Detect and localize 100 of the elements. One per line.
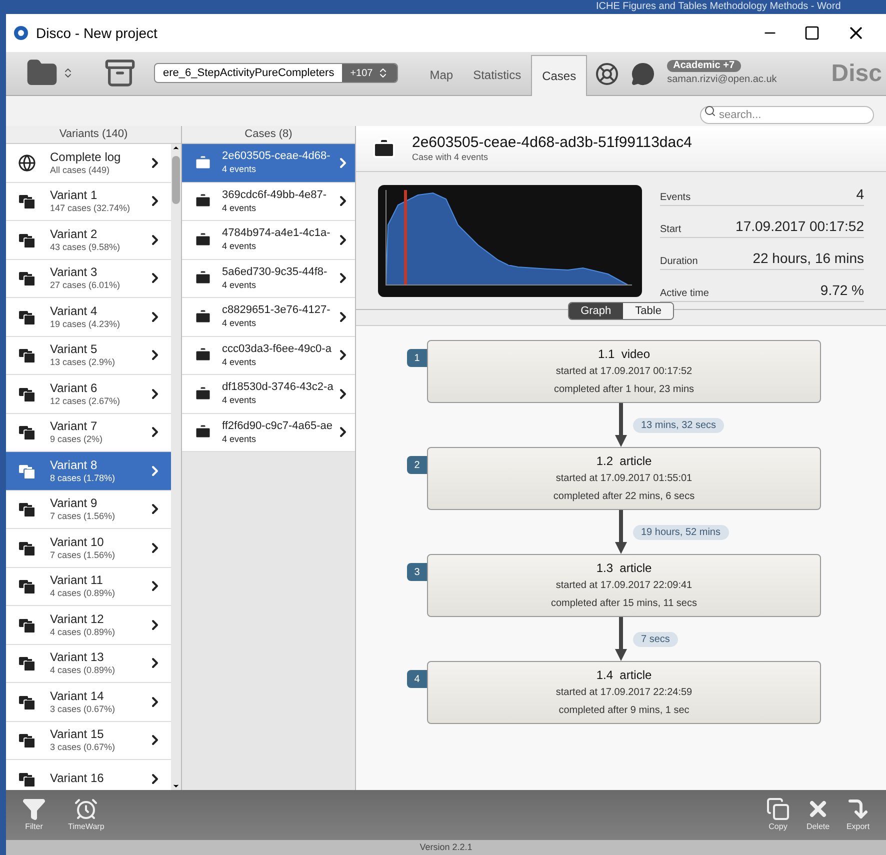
arrow [615, 617, 627, 661]
variant-item[interactable]: Variant 7 9 cases (2%) [6, 414, 171, 452]
event-card[interactable]: 1.3 article started at 17.09.2017 22:09:41 completed after 15 mins, 11 secs [427, 554, 821, 617]
event-start: started at 17.09.2017 22:24:59 [556, 686, 692, 700]
variant-item[interactable]: Variant 9 7 cases (1.56%) [6, 490, 171, 529]
briefcase-icon [194, 154, 212, 172]
sort-icon[interactable] [62, 67, 74, 79]
event-index: 1 [407, 349, 427, 367]
variant-item[interactable]: Variant 4 19 cases (4.23%) [6, 298, 171, 336]
event-start: started at 17.09.2017 01:55:01 [556, 472, 692, 486]
stat-label: Active time [660, 286, 709, 300]
duration-label: 13 mins, 32 secs [633, 418, 724, 432]
case-item[interactable]: df18530d-3746-43c2-a 4 events [182, 375, 355, 414]
case-id: ccc03da3-f6ee-49c0-a [222, 342, 332, 356]
event-card[interactable]: 1.2 article started at 17.09.2017 01:55:01 completed after 22 mins, 6 secs [427, 447, 821, 510]
variant-count: 3 cases (0.67%) [50, 742, 116, 754]
toolbar-button[interactable]: TimeWarp [68, 797, 104, 833]
account-email: saman.rizvi@open.ac.uk [667, 73, 777, 87]
variant-item[interactable]: Variant 1 147 cases (32.74%) [6, 182, 171, 221]
variant-item[interactable]: Variant 12 4 cases (0.89%) [6, 606, 171, 644]
variant-name: Variant 7 [50, 419, 98, 434]
search-icon [704, 105, 716, 117]
arrow [615, 510, 627, 554]
variant-count: 27 cases (6.01%) [50, 280, 122, 292]
variant-item[interactable]: Variant 10 7 cases (1.56%) [6, 529, 171, 568]
event-index: 4 [407, 670, 427, 688]
briefcases-icon [18, 577, 36, 596]
case-item[interactable]: 2e603505-ceae-4d68- 4 events [182, 144, 355, 182]
view-toggle[interactable]: Table [623, 303, 674, 319]
variant-item[interactable]: Variant 3 27 cases (6.01%) [6, 260, 171, 298]
variant-item[interactable]: Variant 8 8 cases (1.78%) [6, 452, 171, 490]
event-title: 1.4 article [596, 666, 652, 684]
variant-name: Variant 15 [50, 727, 105, 742]
case-item[interactable]: 369cdc6f-49bb-4e87- 4 events [182, 182, 355, 221]
variant-count: 3 cases (0.67%) [50, 704, 116, 715]
variant-item[interactable]: Complete log All cases (449) [6, 144, 171, 182]
globe-icon [18, 154, 36, 172]
scroll-down-icon[interactable] [172, 782, 180, 790]
variant-count: 9 cases (2%) [50, 434, 104, 446]
variant-name: Variant 2 [50, 226, 98, 242]
variant-item[interactable]: Variant 15 3 cases (0.67%) [6, 722, 171, 760]
case-item[interactable]: ccc03da3-f6ee-49c0-a 4 events [182, 336, 355, 375]
stat-value: 17.09.2017 00:17:52 [736, 216, 864, 236]
lifebuoy-icon[interactable] [595, 62, 620, 86]
variant-item[interactable]: Variant 13 4 cases (0.89%) [6, 644, 171, 683]
event-card[interactable]: 1.4 article started at 17.09.2017 22:24:59 completed after 9 mins, 1 sec [427, 661, 821, 724]
archive-icon[interactable] [104, 57, 136, 89]
variant-name: Complete log [50, 150, 122, 165]
view-toggle[interactable]: Graph [568, 303, 624, 319]
variant-item[interactable]: Variant 16 [6, 760, 171, 790]
scroll-up-icon[interactable] [172, 144, 180, 152]
variant-item[interactable]: Variant 2 43 cases (9.58%) [6, 221, 171, 260]
maximize-icon[interactable] [804, 25, 820, 41]
scrollbar-thumb[interactable] [172, 156, 180, 204]
variant-item[interactable]: Variant 14 3 cases (0.67%) [6, 683, 171, 722]
toolbar-button[interactable]: Filter [22, 797, 46, 833]
toolbar-button[interactable]: Export [846, 797, 870, 833]
variant-item[interactable]: Variant 11 4 cases (0.89%) [6, 568, 171, 606]
event-title: 1.3 article [596, 560, 652, 576]
case-id: 2e603505-ceae-4d68- [222, 150, 332, 164]
variant-item[interactable]: Variant 5 13 cases (2.9%) [6, 336, 171, 375]
case-id: ff2f6d90-c9c7-4a65-ae [222, 420, 334, 434]
column-header: Variants (140) [6, 126, 181, 144]
briefcases-icon [18, 346, 36, 364]
case-id: 5a6ed730-9c35-44f8- [222, 266, 328, 280]
tab[interactable]: Statistics [463, 54, 532, 95]
variant-name: Variant 11 [50, 573, 104, 588]
variant-name: Variant 10 [50, 534, 105, 550]
case-title: 2e603505-ceae-4d68-ad3b-51f99113dac4 [412, 134, 692, 152]
variant-count: All cases (449) [50, 164, 111, 176]
case-item[interactable]: 4784b974-a4e1-4c1a- 4 events [182, 221, 355, 260]
case-item[interactable]: c8829651-3e76-4127- 4 events [182, 298, 355, 336]
variant-item[interactable]: Variant 6 12 cases (2.67%) [6, 375, 171, 414]
stat-value: 22 hours, 16 mins [752, 248, 864, 268]
event-card[interactable]: 1.1 video started at 17.09.2017 00:17:52 completed after 1 hour, 23 mins [427, 340, 821, 403]
logo-text: Disc [831, 58, 882, 88]
case-events: 4 events [222, 280, 258, 291]
tab[interactable]: Cases [531, 55, 588, 96]
tab[interactable]: Map [420, 54, 464, 95]
dataset-selector[interactable]: ere_6_StepActivityPureCompleters +107 [154, 63, 398, 83]
variant-count: 8 cases (1.78%) [50, 472, 116, 484]
case-item[interactable]: ff2f6d90-c9c7-4a65-ae 4 events [182, 414, 355, 452]
variant-count: 12 cases (2.67%) [50, 396, 122, 407]
toolbar-button[interactable]: Copy [766, 797, 790, 833]
event-start: started at 17.09.2017 00:17:52 [556, 364, 692, 378]
arrow-icon [846, 797, 870, 821]
chat-icon[interactable] [631, 62, 656, 86]
filter-icon [22, 797, 46, 821]
toolbar-button[interactable]: Delete [806, 797, 830, 833]
briefcase-icon [194, 384, 212, 403]
briefcases-icon [18, 269, 36, 288]
event-title: 1.2 article [596, 452, 652, 470]
stat-label: Start [660, 222, 682, 236]
account-badge: Academic +7 [667, 60, 741, 72]
case-item[interactable]: 5a6ed730-9c35-44f8- 4 events [182, 260, 355, 298]
event-index: 2 [407, 456, 427, 474]
variant-name: Variant 3 [50, 265, 98, 280]
search-field[interactable]: search... [700, 106, 874, 124]
background-window-title: ICHE Figures and Tables Methodology Methods - Word [595, 0, 842, 14]
briefcases-icon [18, 192, 36, 210]
